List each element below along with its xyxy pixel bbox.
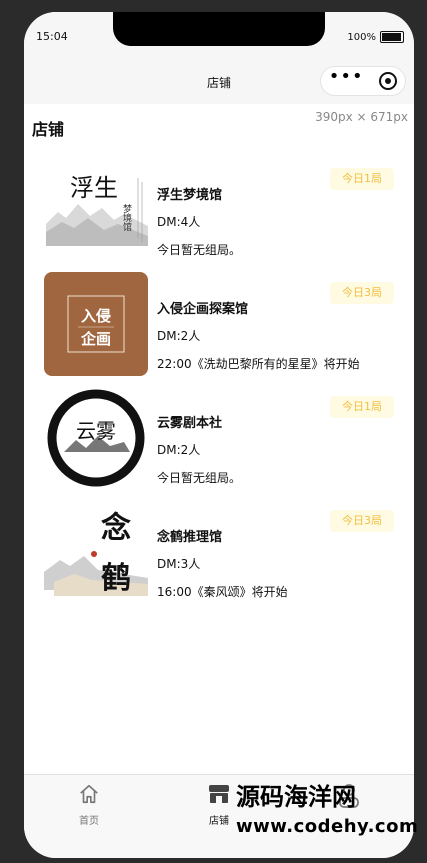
store-dm-count: DM:2人 [157,443,201,457]
watermark-url: www.codehy.com [236,816,419,837]
store-dm-count: DM:3人 [157,557,201,571]
tab-home[interactable]: 首页 [59,783,119,827]
logo-text: 鹤 [101,561,131,596]
home-icon [80,784,98,804]
battery-icon [380,31,404,43]
store-schedule: 今日暂无组局。 [157,471,242,485]
logo-text: 企画 [80,330,111,348]
store-schedule: 今日暂无组局。 [157,243,242,257]
store-dm-count: DM:4人 [157,215,201,229]
logo-text: 浮生 [70,174,118,202]
watermark: 源码海洋网 www.codehy.com [236,782,419,856]
tab-label: 首页 [79,816,99,827]
battery-percent: 100% [347,31,376,43]
device-notch [113,12,325,46]
today-sessions-badge: 今日3局 [330,510,394,532]
store-schedule: 22:00《洗劫巴黎所有的星星》将开始 [157,357,360,371]
store-icon [209,785,229,803]
store-logo-fusheng: 浮生 梦境馆 [44,158,148,262]
logo-text: 入侵 [81,307,111,325]
more-icon[interactable]: ••• [329,68,364,86]
store-card[interactable]: 云雾 云雾剧本社 DM:2人 今日暂无组局。 今日1局 [24,380,414,494]
navigation-bar: 店铺 ••• [24,64,414,104]
store-list: 浮生 梦境馆 浮生梦境馆 DM:4人 今日暂无组局。 今日1局 入侵 企画 入侵… [24,152,414,608]
today-sessions-badge: 今日3局 [330,282,394,304]
store-schedule: 16:00《秦风颂》将开始 [157,585,288,599]
logo-subtext: 梦境馆 [121,204,132,232]
watermark-title: 源码海洋网 [236,783,356,811]
store-logo-yunwu: 云雾 [44,386,148,490]
store-logo-ruqin: 入侵 企画 [44,272,148,376]
store-card[interactable]: 入侵 企画 入侵企画探案馆 DM:2人 22:00《洗劫巴黎所有的星星》将开始 … [24,266,414,380]
status-time: 15:04 [36,30,68,43]
battery-status: 100% [347,31,404,43]
store-card[interactable]: 浮生 梦境馆 浮生梦境馆 DM:4人 今日暂无组局。 今日1局 [24,152,414,266]
store-name: 云雾剧本社 [157,416,223,431]
mini-program-capsule: ••• [320,66,406,96]
today-sessions-badge: 今日1局 [330,396,394,418]
logo-text: 云雾 [76,419,116,443]
phone-screen: 15:04 100% 店铺 ••• 店铺 390px × 671px 浮生 梦境… [24,12,414,858]
store-card[interactable]: 念 鹤 念鹤推理馆 DM:3人 16:00《秦风颂》将开始 今日3局 [24,494,414,608]
store-dm-count: DM:2人 [157,329,201,343]
today-sessions-badge: 今日1局 [330,168,394,190]
logo-text: 念 [101,511,131,546]
store-name: 入侵企画探案馆 [157,302,249,317]
store-name: 念鹤推理馆 [157,530,223,545]
close-miniprogram-icon[interactable] [379,72,398,90]
store-logo-nianhe: 念 鹤 [44,500,148,604]
page-title: 店铺 [32,120,65,139]
store-name: 浮生梦境馆 [157,188,223,203]
dimension-label: 390px × 671px [315,110,408,124]
